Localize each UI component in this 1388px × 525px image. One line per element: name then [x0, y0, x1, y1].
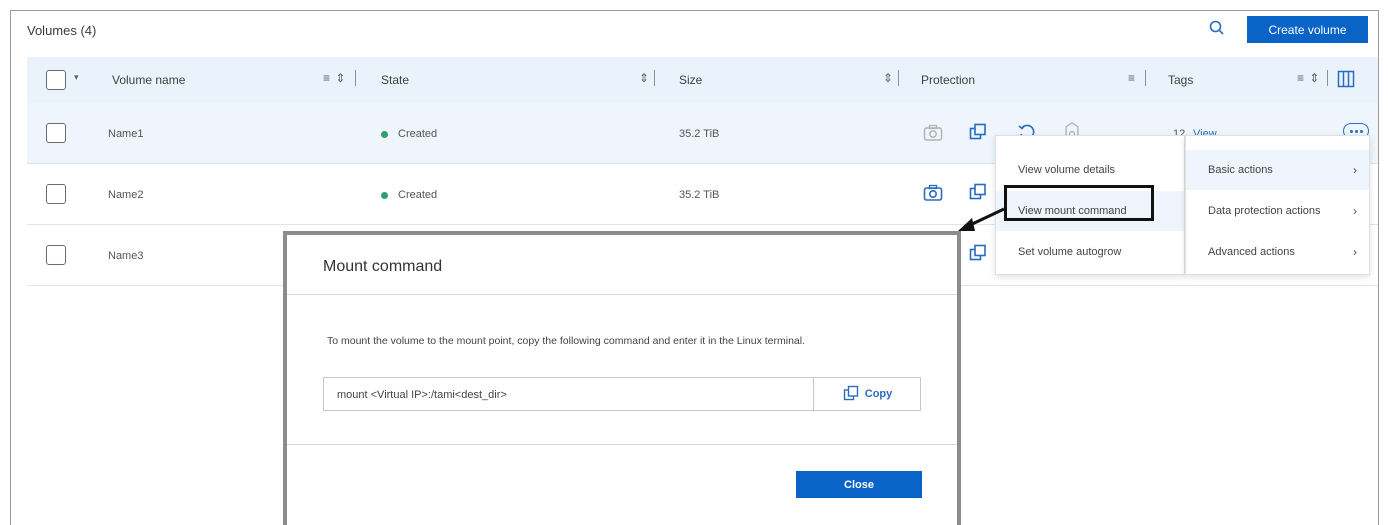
status-dot-icon — [381, 191, 388, 199]
divider — [287, 294, 957, 295]
page-title: Volumes (4) — [27, 23, 97, 38]
column-divider — [1327, 70, 1328, 86]
row-checkbox[interactable] — [46, 184, 66, 204]
select-all-checkbox[interactable] — [46, 70, 66, 90]
column-header-protection[interactable]: Protection — [921, 73, 975, 87]
status-dot-icon — [381, 130, 388, 138]
copy-label: Copy — [864, 388, 893, 400]
volume-name: Name3 — [108, 250, 144, 262]
copy-icon[interactable] — [969, 183, 987, 206]
volume-size: 35.2 TiB — [679, 128, 720, 140]
action-categories-menu: Basic actions › Data protection actions › … — [1185, 135, 1370, 275]
divider — [287, 444, 957, 445]
close-button[interactable]: Close — [796, 471, 922, 498]
mount-command-field[interactable]: mount <Virtual IP>:/tami<dest_dir> Copy — [323, 377, 921, 411]
row-checkbox[interactable] — [46, 123, 66, 143]
menu-item-view-volume-details[interactable]: View volume details — [996, 150, 1184, 190]
sort-icon[interactable]: ⇕ — [883, 71, 894, 85]
highlight-box — [1004, 185, 1154, 221]
column-header-tags[interactable]: Tags — [1168, 73, 1193, 87]
mount-command-text[interactable]: mount <Virtual IP>:/tami<dest_dir> — [337, 389, 507, 401]
column-header-state[interactable]: State — [381, 73, 409, 87]
column-divider — [1145, 70, 1146, 86]
column-divider — [355, 70, 356, 86]
column-header-size[interactable]: Size — [679, 73, 702, 87]
copy-icon — [843, 385, 859, 404]
status-badge: Created — [381, 189, 437, 201]
column-divider — [898, 70, 899, 86]
row-checkbox[interactable] — [46, 245, 66, 265]
filter-sort-icon[interactable]: ≡ ⇕ — [1297, 71, 1320, 85]
table-header: ▾ Volume name ≡ ⇕ State ⇕ Size ⇕ Protect… — [27, 57, 1378, 103]
chevron-right-icon: › — [1353, 163, 1357, 177]
copy-icon[interactable] — [969, 244, 987, 267]
copy-icon[interactable] — [969, 123, 987, 146]
sort-icon[interactable]: ⇕ — [639, 71, 650, 85]
chevron-down-icon[interactable]: ▾ — [74, 72, 80, 83]
menu-item-data-protection-actions[interactable]: Data protection actions › — [1186, 191, 1369, 231]
filter-icon[interactable]: ≡ — [1128, 71, 1136, 85]
volume-name: Name2 — [108, 189, 144, 201]
top-bar: Volumes (4) Create volume — [11, 11, 1378, 51]
mount-command-dialog: Mount command To mount the volume to the… — [283, 231, 961, 525]
column-header-volume-name[interactable]: Volume name — [112, 73, 185, 87]
snapshot-icon[interactable] — [923, 184, 943, 207]
dialog-title: Mount command — [323, 258, 443, 275]
columns-icon[interactable] — [1337, 70, 1355, 93]
filter-sort-icon[interactable]: ≡ ⇕ — [323, 71, 346, 85]
menu-item-basic-actions[interactable]: Basic actions › — [1186, 150, 1369, 190]
menu-item-set-volume-autogrow[interactable]: Set volume autogrow — [996, 232, 1184, 272]
chevron-right-icon: › — [1353, 204, 1357, 218]
search-icon[interactable] — [1208, 19, 1226, 37]
menu-item-advanced-actions[interactable]: Advanced actions › — [1186, 232, 1369, 272]
snapshot-icon[interactable] — [923, 124, 943, 147]
copy-button[interactable]: Copy — [813, 378, 921, 410]
status-badge: Created — [381, 128, 437, 140]
volume-name: Name1 — [108, 128, 144, 140]
column-divider — [654, 70, 655, 86]
volume-size: 35.2 TiB — [679, 189, 720, 201]
dialog-description: To mount the volume to the mount point, … — [327, 335, 806, 347]
create-volume-button[interactable]: Create volume — [1247, 16, 1368, 43]
chevron-right-icon: › — [1353, 245, 1357, 259]
